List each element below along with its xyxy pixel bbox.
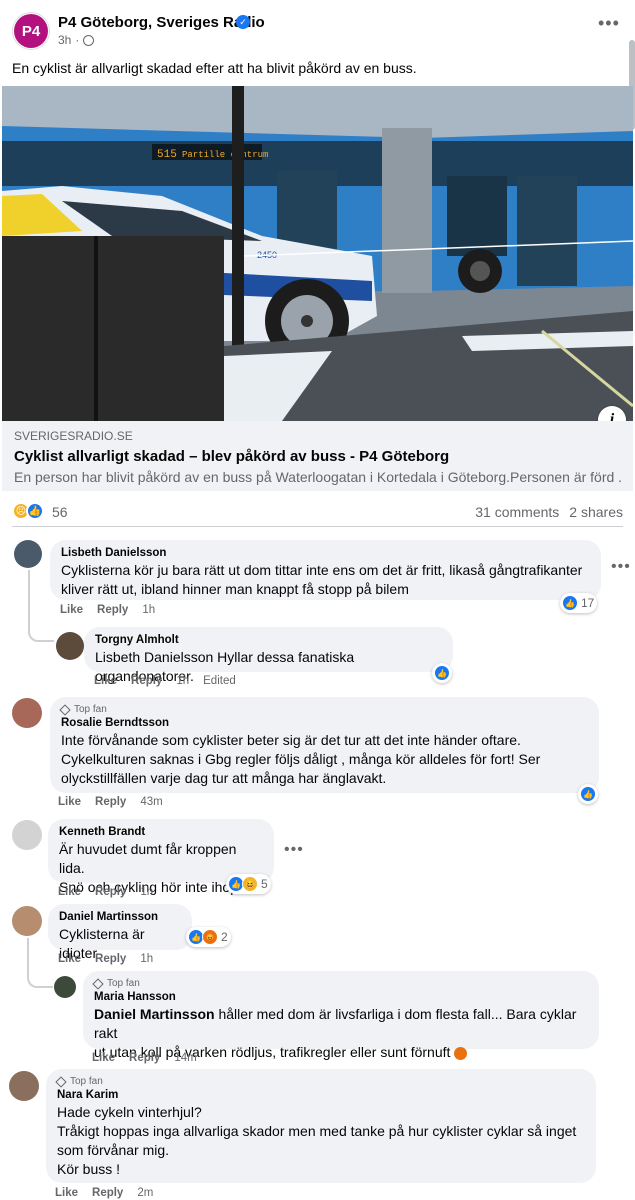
comment-time[interactable]: 1h xyxy=(140,953,153,965)
comment-author[interactable]: Maria Hansson xyxy=(94,991,588,1003)
avatar[interactable] xyxy=(12,820,42,850)
link-domain: SVERIGESRADIO.SE xyxy=(14,429,133,443)
comment-reactions[interactable]: 👍 xyxy=(578,784,598,804)
comment-text: Cyklisterna kör ju bara rätt ut dom titt… xyxy=(61,562,583,597)
bus-destination-text: Partille centrum xyxy=(182,150,268,160)
haha-reaction-icon: 😆 xyxy=(242,876,258,892)
divider xyxy=(12,526,623,527)
comment-actions: Like Reply 1h Edited xyxy=(94,675,236,687)
like-reaction-icon: 👍 xyxy=(26,502,44,520)
comment-reactions[interactable]: 👍 xyxy=(432,663,452,683)
comment-bubble: Top fan Rosalie Berndtsson Inte förvånan… xyxy=(50,697,599,793)
avatar[interactable] xyxy=(14,540,42,568)
page-name[interactable]: P4 Göteborg, Sveriges Radio xyxy=(58,14,265,31)
like-button[interactable]: Like xyxy=(55,1187,78,1199)
comments-count[interactable]: 31 comments xyxy=(475,504,559,520)
top-fan-badge: Top fan xyxy=(59,703,588,716)
comment-reactions[interactable]: 👍 😆 5 xyxy=(226,874,271,894)
comment-time[interactable]: 1h xyxy=(140,886,153,898)
avatar[interactable] xyxy=(54,976,76,998)
like-reaction-icon: 👍 xyxy=(562,595,578,611)
comment-actions: Like Reply 43m xyxy=(58,796,163,808)
comment-actions: Like Reply 1h xyxy=(60,604,155,616)
comment-time[interactable]: 1h xyxy=(142,604,155,616)
post-meta: 3h · xyxy=(58,33,95,47)
mention[interactable]: Daniel Martinsson xyxy=(94,1006,215,1022)
avatar[interactable] xyxy=(9,1071,39,1101)
like-button[interactable]: Like xyxy=(58,953,81,965)
comment-actions: Like Reply 14m xyxy=(92,1052,197,1064)
diamond-icon xyxy=(92,977,104,990)
comment-author[interactable]: Torgny Almholt xyxy=(95,634,442,646)
diamond-icon xyxy=(59,703,71,716)
comment-reactions[interactable]: 👍 17 xyxy=(560,593,598,613)
comment-bubble: Top fan Nara Karim Hade cykeln vinterhju… xyxy=(46,1069,596,1183)
post-time[interactable]: 3h xyxy=(58,33,71,47)
comment-bubble: Top fan Maria Hansson Daniel Martinsson … xyxy=(83,971,599,1060)
comment-time[interactable]: 14m xyxy=(174,1052,196,1064)
comment-actions: Like Reply 2m xyxy=(55,1187,153,1199)
comment-text: Inte förvånande som cyklister beter sig … xyxy=(61,732,541,786)
globe-icon xyxy=(83,34,95,46)
angry-reaction-icon: 😡 xyxy=(202,929,218,945)
link-preview-text[interactable]: SVERIGESRADIO.SE Cyklist allvarligt skad… xyxy=(2,421,633,491)
link-preview-image[interactable]: 515 Partille centrum 2450 xyxy=(2,86,633,421)
post-more-options-icon[interactable]: ••• xyxy=(598,14,620,32)
thread-line xyxy=(28,620,54,642)
like-reaction-icon: 👍 xyxy=(580,786,596,802)
comment-bubble: Lisbeth Danielsson Cyklisterna kör ju ba… xyxy=(50,540,601,600)
reply-button[interactable]: Reply xyxy=(95,796,126,808)
avatar[interactable] xyxy=(12,698,42,728)
comment-actions: Like Reply 1h xyxy=(58,886,153,898)
like-button[interactable]: Like xyxy=(58,886,81,898)
comment-bubble: Daniel Martinsson Cyklisterna är idioter xyxy=(48,904,192,961)
comment-author[interactable]: Rosalie Berndtsson xyxy=(61,717,588,729)
page-avatar[interactable]: P4 xyxy=(12,12,50,50)
comment-reactions[interactable]: 👍 😡 2 xyxy=(186,927,231,947)
comment-time[interactable]: 43m xyxy=(140,796,162,808)
reply-button[interactable]: Reply xyxy=(92,1187,123,1199)
edited-label[interactable]: Edited xyxy=(203,675,236,687)
comment-more-icon[interactable]: ••• xyxy=(284,841,304,859)
comment-author[interactable]: Nara Karim xyxy=(57,1089,585,1101)
like-button[interactable]: Like xyxy=(94,675,117,687)
comment-more-icon[interactable]: ••• xyxy=(611,558,631,576)
reaction-count[interactable]: 56 xyxy=(52,504,68,520)
diamond-icon xyxy=(55,1075,67,1088)
thread-line xyxy=(27,968,53,988)
like-button[interactable]: Like xyxy=(60,604,83,616)
shares-count[interactable]: 2 shares xyxy=(569,504,623,520)
comment-author[interactable]: Kenneth Brandt xyxy=(59,826,263,838)
comment-bubble: Torgny Almholt Lisbeth Danielsson Hyllar… xyxy=(84,627,453,684)
page-avatar-logo: P4 xyxy=(14,14,48,48)
reply-button[interactable]: Reply xyxy=(95,886,126,898)
link-description: En person har blivit påkörd av en buss p… xyxy=(14,469,621,485)
avatar[interactable] xyxy=(56,632,84,660)
like-button[interactable]: Like xyxy=(58,796,81,808)
like-button[interactable]: Like xyxy=(92,1052,115,1064)
comment-time[interactable]: 1h xyxy=(176,675,189,687)
bus-line-text: 515 xyxy=(157,149,177,161)
reply-button[interactable]: Reply xyxy=(95,953,126,965)
top-fan-badge: Top fan xyxy=(55,1075,585,1088)
reply-button[interactable]: Reply xyxy=(129,1052,160,1064)
comment-actions: Like Reply 1h xyxy=(58,953,153,965)
post-text: En cyklist är allvarligt skadad efter at… xyxy=(12,60,417,76)
avatar[interactable] xyxy=(12,906,42,936)
top-fan-badge: Top fan xyxy=(92,977,588,990)
post-stats: ☹ 👍 56 31 comments 2 shares xyxy=(0,496,635,526)
post-header: P4 P4 Göteborg, Sveriges Radio ✓ 3h · ••… xyxy=(0,0,635,90)
verified-badge-icon: ✓ xyxy=(236,15,250,29)
comment-author[interactable]: Daniel Martinsson xyxy=(59,911,181,923)
reply-button[interactable]: Reply xyxy=(131,675,162,687)
link-title: Cyklist allvarligt skadad – blev påkörd … xyxy=(14,448,450,465)
angry-emoji-icon xyxy=(454,1046,468,1060)
reply-button[interactable]: Reply xyxy=(97,604,128,616)
like-reaction-icon: 👍 xyxy=(434,665,450,681)
reaction-icons[interactable]: ☹ 👍 xyxy=(12,502,44,520)
comment-text: Hade cykeln vinterhjul? Tråkigt hoppas i… xyxy=(57,1104,577,1177)
comment-time[interactable]: 2m xyxy=(137,1187,153,1199)
comment-author[interactable]: Lisbeth Danielsson xyxy=(61,547,590,559)
